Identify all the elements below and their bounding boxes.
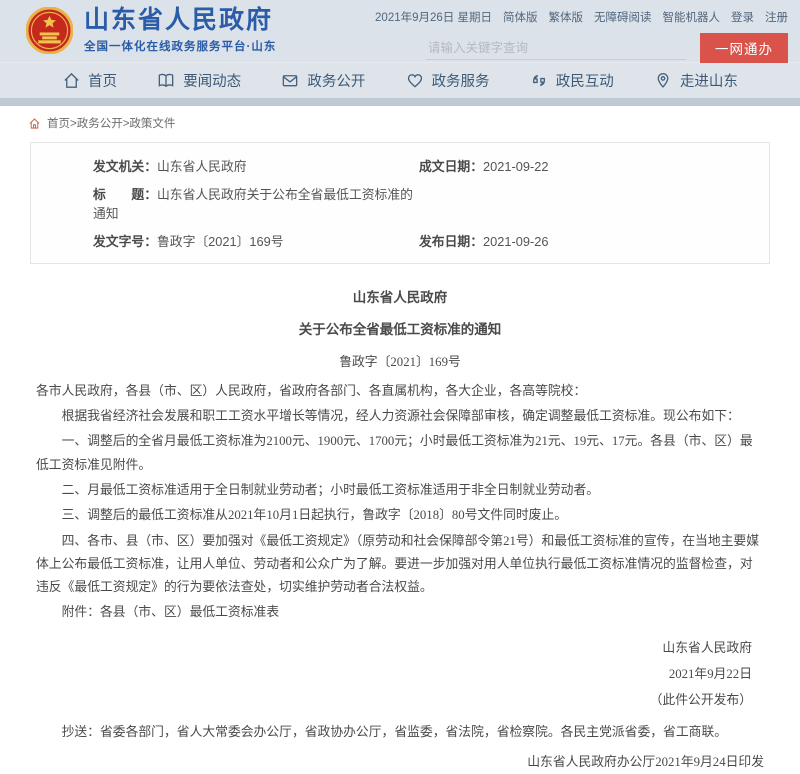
doc-print-note: 山东省人民政府办公厅2021年9月24日印发 [36, 751, 764, 774]
mail-icon [280, 71, 300, 90]
doc-salutation: 各市人民政府，各县（市、区）人民政府，省政府各部门、各直属机构，各大企业，各高等… [36, 380, 764, 403]
meta-issuer-label: 发文机关： [93, 159, 157, 174]
doc-paragraph: 二、月最低工资标准适用于全日制就业劳动者；小时最低工资标准适用于非全日制就业劳动… [36, 479, 764, 502]
meta-title: 标 题：山东省人民政府关于公布全省最低工资标准的通知 [93, 184, 419, 222]
meta-doc-no: 发文字号：鲁政字〔2021〕169号 [93, 231, 419, 250]
site-logo[interactable]: 山东省人民政府 全国一体化在线政务服务平台·山东 [26, 7, 276, 54]
meta-publish-date-label: 发布日期： [419, 234, 483, 249]
breadcrumb-home-icon [28, 117, 41, 130]
signature-issuer: 山东省人民政府 [36, 635, 752, 661]
nav-label: 政务公开 [307, 70, 365, 91]
breadcrumb[interactable]: 首页>政务公开>政策文件 [0, 106, 800, 136]
doc-cc-line: 抄送：省委各部门，省人大常委会办公厅，省政协办公厅，省监委，省法院，省检察院。各… [36, 721, 764, 744]
doc-title-line2: 关于公布全省最低工资标准的通知 [36, 319, 764, 342]
main-nav: 首页 要闻动态 政务公开 政务服务 政民互动 走进山东 [0, 62, 800, 98]
nav-label: 首页 [88, 70, 117, 91]
location-icon [653, 71, 673, 90]
doc-paragraph: 根据我省经济社会发展和职工工资水平增长等情况，经人力资源社会保障部审核，确定调整… [36, 405, 764, 428]
nav-item-gov-info[interactable]: 政务公开 [280, 70, 365, 91]
doc-paragraph: 四、各市、县（市、区）要加强对《最低工资规定》（原劳动和社会保障部令第21号）和… [36, 530, 764, 600]
link-accessibility[interactable]: 无障碍阅读 [594, 9, 652, 25]
meta-doc-no-value: 鲁政字〔2021〕169号 [157, 234, 284, 249]
home-icon [62, 71, 81, 90]
meta-issuer: 发文机关：山东省人民政府 [93, 156, 419, 175]
signature-public-note: （此件公开发布） [36, 687, 752, 713]
doc-number: 鲁政字〔2021〕169号 [36, 351, 764, 370]
current-date: 2021年9月26日 星期日 [375, 9, 492, 25]
meta-issuer-value: 山东省人民政府 [157, 159, 247, 174]
heart-icon [405, 71, 425, 90]
meta-title-label: 标 题： [93, 187, 157, 202]
link-smart-robot[interactable]: 智能机器人 [663, 9, 721, 25]
meta-publish-date-value: 2021-09-26 [483, 234, 548, 249]
document-meta-box: 发文机关：山东省人民政府 成文日期：2021-09-22 标 题：山东省人民政府… [30, 142, 770, 264]
meta-written-date: 成文日期：2021-09-22 [419, 156, 749, 175]
nav-item-news[interactable]: 要闻动态 [156, 70, 241, 91]
nav-item-about-shandong[interactable]: 走进山东 [653, 70, 738, 91]
meta-empty-cell [419, 184, 749, 222]
meta-written-date-label: 成文日期： [419, 159, 483, 174]
meta-doc-no-label: 发文字号： [93, 234, 157, 249]
nav-label: 政民互动 [556, 70, 614, 91]
nav-label: 走进山东 [680, 70, 738, 91]
top-utility-bar: 2021年9月26日 星期日 简体版 繁体版 无障碍阅读 智能机器人 登录 注册 [375, 9, 788, 25]
doc-title-line1: 山东省人民政府 [36, 287, 764, 310]
breadcrumb-path: 首页>政务公开>政策文件 [47, 115, 175, 131]
news-icon [156, 71, 176, 90]
nav-item-home[interactable]: 首页 [62, 70, 117, 91]
link-simplified[interactable]: 简体版 [503, 9, 538, 25]
link-register[interactable]: 注册 [765, 9, 788, 25]
site-subtitle: 全国一体化在线政务服务平台·山东 [84, 38, 276, 54]
chat-icon [529, 71, 549, 90]
doc-attachment-line: 附件：各县（市、区）最低工资标准表 [36, 601, 764, 624]
national-emblem-icon [26, 7, 73, 54]
signature-date: 2021年9月22日 [36, 661, 752, 687]
portal-button[interactable]: 一网通办 [700, 33, 788, 63]
site-title: 山东省人民政府 [84, 7, 276, 35]
search-input[interactable] [426, 37, 686, 60]
link-login[interactable]: 登录 [731, 9, 754, 25]
doc-paragraph: 一、调整后的全省月最低工资标准为2100元、1900元、1700元；小时最低工资… [36, 430, 764, 477]
nav-item-interaction[interactable]: 政民互动 [529, 70, 614, 91]
doc-paragraph: 三、调整后的最低工资标准从2021年10月1日起执行，鲁政字〔2018〕80号文… [36, 504, 764, 527]
document-body: 山东省人民政府 关于公布全省最低工资标准的通知 鲁政字〔2021〕169号 各市… [0, 274, 800, 774]
nav-label: 要闻动态 [183, 70, 241, 91]
meta-publish-date: 发布日期：2021-09-26 [419, 231, 749, 250]
nav-label: 政务服务 [432, 70, 490, 91]
link-traditional[interactable]: 繁体版 [549, 9, 584, 25]
meta-written-date-value: 2021-09-22 [483, 159, 548, 174]
nav-item-gov-service[interactable]: 政务服务 [405, 70, 490, 91]
divider-strip [0, 98, 800, 106]
site-header: 山东省人民政府 全国一体化在线政务服务平台·山东 2021年9月26日 星期日 … [0, 0, 800, 62]
doc-signature-block: 山东省人民政府 2021年9月22日 （此件公开发布） [36, 635, 764, 714]
